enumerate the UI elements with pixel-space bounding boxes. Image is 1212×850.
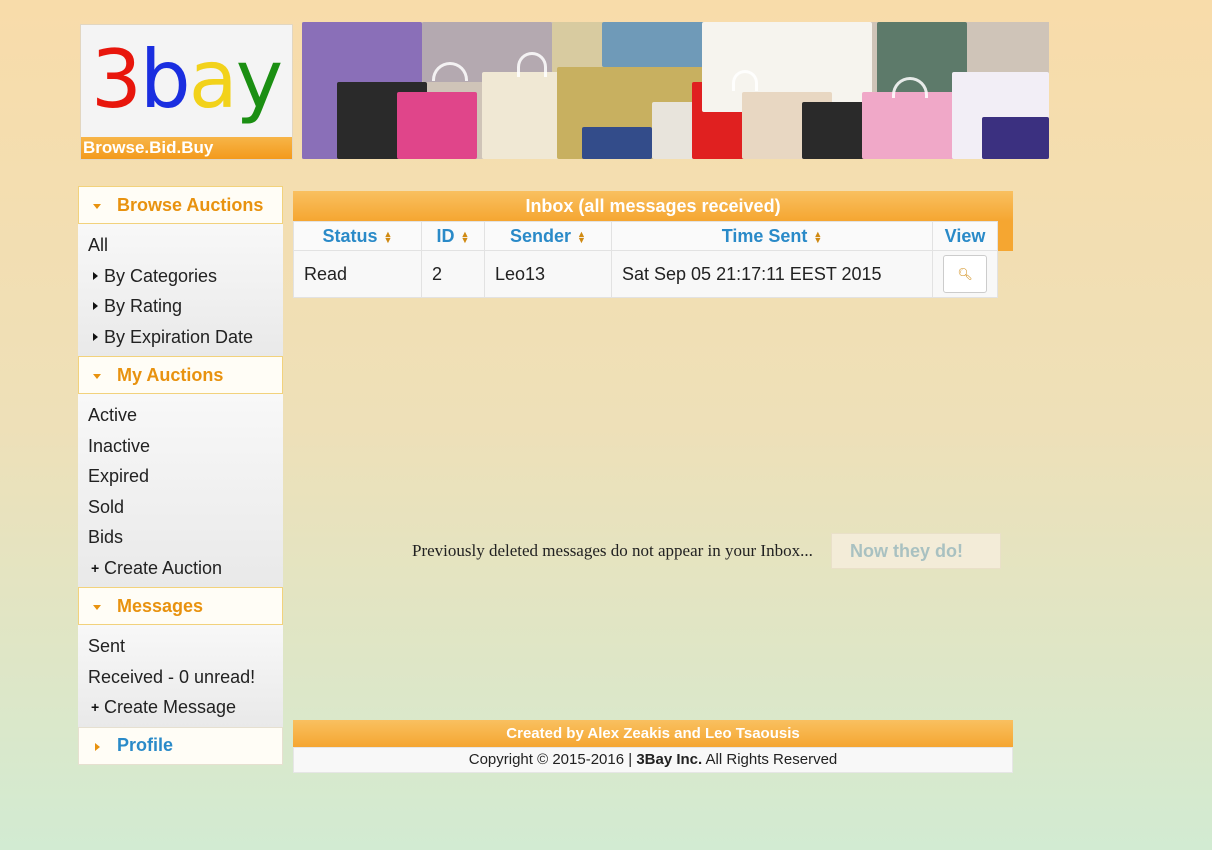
- sort-icon: ▲ ▼: [813, 228, 823, 245]
- caret-right-icon: [93, 271, 98, 280]
- column-header-time-sent[interactable]: Time Sent ▲ ▼: [611, 221, 933, 251]
- logo-letter-y: y: [235, 33, 283, 126]
- table-row: Read 2 Leo13 Sat Sep 05 21:17:11 EEST 20…: [293, 250, 998, 298]
- column-header-view: View: [932, 221, 998, 251]
- section-body-messages: Sent Received - 0 unread! + Create Messag…: [78, 625, 283, 727]
- sidebar-item-active[interactable]: Active: [78, 400, 283, 431]
- sort-icon: ▲ ▼: [460, 228, 470, 245]
- sidebar-item-all[interactable]: All: [78, 230, 283, 261]
- section-body-my-auctions: Active Inactive Expired Sold Bids + Creat…: [78, 394, 283, 587]
- sidebar-item-by-expiration-date[interactable]: By Expiration Date: [78, 322, 283, 353]
- collapse-triangle-icon: [93, 374, 101, 379]
- view-message-button[interactable]: 🔍︎: [943, 255, 987, 293]
- show-deleted-button[interactable]: Now they do!: [831, 533, 1001, 569]
- deleted-messages-note: Previously deleted messages do not appea…: [412, 541, 813, 560]
- section-header-profile[interactable]: Profile: [78, 726, 283, 765]
- sidebar-item-label: Create Message: [104, 697, 237, 717]
- expand-triangle-icon: [95, 742, 100, 751]
- cell-time-sent: Sat Sep 05 21:17:11 EEST 2015: [611, 250, 933, 298]
- sidebar-item-received[interactable]: Received - 0 unread!: [78, 662, 283, 693]
- section-title: Profile: [117, 735, 174, 755]
- sidebar-item-by-rating[interactable]: By Rating: [78, 291, 283, 322]
- copyright-prefix: Copyright © 2015-2016 |: [468, 751, 633, 768]
- footer-credits: Created by Alex Zeakis and Leo Tsaousis: [293, 720, 1013, 747]
- section-header-messages[interactable]: Messages: [78, 587, 283, 625]
- sidebar-item-inactive[interactable]: Inactive: [78, 431, 283, 462]
- sidebar-item-create-message[interactable]: + Create Message: [78, 692, 283, 723]
- cell-id: 2: [421, 250, 485, 298]
- logo-text: 3bay: [91, 33, 283, 126]
- collapse-triangle-icon: [93, 605, 101, 610]
- section-title: Browse Auctions: [117, 194, 264, 215]
- sidebar-item-label: By Categories: [104, 265, 218, 286]
- cell-status: Read: [293, 250, 422, 298]
- plus-icon: +: [91, 559, 100, 576]
- plus-icon: +: [91, 699, 100, 715]
- sidebar-item-expired[interactable]: Expired: [78, 461, 283, 492]
- cell-view: 🔍︎: [932, 250, 998, 298]
- section-body-browse-auctions: All By Categories By Rating By Expiratio…: [78, 224, 283, 356]
- cell-sender: Leo13: [484, 250, 612, 298]
- sidebar-item-label: Create Auction: [104, 557, 223, 578]
- logo-letter-b: b: [139, 33, 191, 126]
- logo[interactable]: 3bay Browse.Bid.Buy: [80, 24, 293, 160]
- inbox-title: Inbox (all messages received): [293, 191, 1013, 221]
- sidebar-item-sent[interactable]: Sent: [78, 631, 283, 662]
- column-header-id[interactable]: ID ▲ ▼: [421, 221, 485, 251]
- sidebar-item-create-auction[interactable]: + Create Auction: [78, 553, 283, 584]
- sidebar-item-sold[interactable]: Sold: [78, 492, 283, 523]
- column-header-status[interactable]: Status ▲ ▼: [293, 221, 422, 251]
- sidebar-item-label: By Rating: [104, 296, 183, 316]
- sidebar: Browse Auctions All By Categories By Rat…: [78, 186, 283, 765]
- column-header-sender[interactable]: Sender ▲ ▼: [484, 221, 612, 251]
- section-title: Messages: [117, 595, 204, 616]
- sidebar-item-by-categories[interactable]: By Categories: [78, 261, 283, 292]
- header-edge: [997, 221, 1013, 251]
- shopping-bags-banner: [302, 22, 1049, 159]
- sort-icon: ▲ ▼: [383, 228, 393, 245]
- section-header-browse-auctions[interactable]: Browse Auctions: [78, 186, 283, 224]
- tagline: Browse.Bid.Buy: [81, 137, 292, 159]
- caret-right-icon: [93, 332, 98, 341]
- footer-copyright: Copyright © 2015-2016 | 3Bay Inc. All Ri…: [293, 747, 1013, 773]
- company-name: 3Bay Inc.: [636, 751, 703, 768]
- logo-letter-3: 3: [91, 33, 142, 126]
- section-header-my-auctions[interactable]: My Auctions: [78, 356, 283, 394]
- sidebar-item-label: By Expiration Date: [104, 326, 254, 347]
- table-header-row: Status ▲ ▼ ID ▲ ▼ Sender ▲ ▼ Time Sent ▲ ▼ View: [293, 221, 998, 251]
- magnifier-icon: 🔍︎: [957, 267, 973, 281]
- section-title: My Auctions: [117, 364, 224, 385]
- rights-text: All Rights Reserved: [705, 751, 838, 768]
- messages-table: Status ▲ ▼ ID ▲ ▼ Sender ▲ ▼ Time Sent ▲ ▼ View …: [293, 221, 998, 298]
- logo-letter-a: a: [188, 33, 238, 126]
- collapse-triangle-icon: [93, 204, 101, 209]
- sort-icon: ▲ ▼: [577, 228, 586, 245]
- sidebar-item-bids[interactable]: Bids: [78, 522, 283, 553]
- caret-right-icon: [93, 302, 98, 310]
